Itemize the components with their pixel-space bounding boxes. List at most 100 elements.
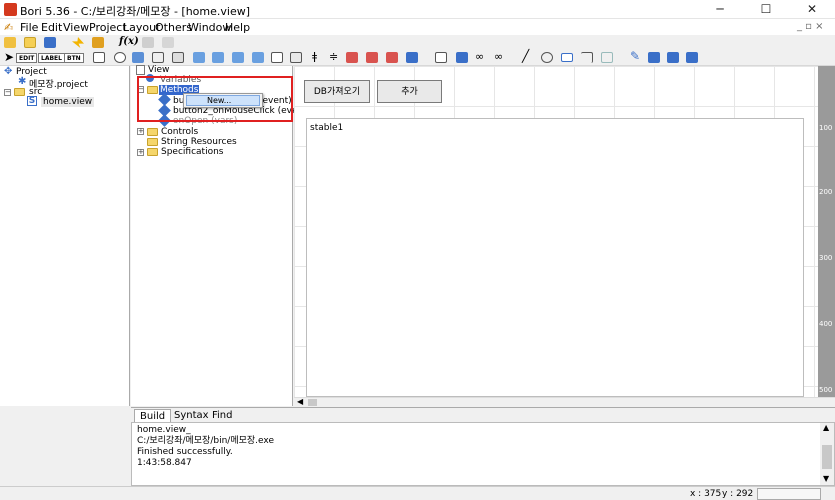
grid-tool-icon[interactable] (212, 52, 224, 63)
menu-bar: ✍ File Edit View Project Layout Others W… (0, 19, 835, 35)
edit-control-button[interactable]: EDIT (16, 53, 38, 63)
string-resources-folder-icon (147, 138, 158, 146)
specifications-expander-icon[interactable]: + (137, 149, 144, 156)
shape-tool-icon[interactable] (601, 52, 613, 63)
zoom-tool-icon[interactable] (686, 52, 698, 63)
scroll-thumb[interactable] (308, 399, 317, 406)
corner-tool-icon[interactable] (581, 52, 593, 63)
button-control-button[interactable]: BTN (64, 53, 84, 63)
project-root-icon: ✥ (4, 66, 13, 77)
controls-label[interactable]: Controls (161, 127, 198, 137)
view-file-icon: S (27, 96, 37, 106)
unlink-icon[interactable]: ∞ (494, 50, 503, 63)
radio-tool-icon[interactable] (114, 52, 126, 63)
label-control-button[interactable]: LABEL (38, 53, 65, 63)
calendar-tool-icon[interactable] (346, 52, 358, 63)
stable-label: stable1 (310, 123, 344, 133)
build-icon[interactable] (72, 37, 84, 48)
title-bar: Bori 5.36 - C:/보리강좌/메모장 - [home.view] ─ … (0, 0, 835, 19)
x-coordinate: x : 375 (690, 489, 722, 499)
status-bar: x : 375 y : 292 (0, 486, 835, 500)
status-field (757, 488, 821, 500)
rect-tool-icon[interactable] (561, 53, 573, 62)
splitter-h-icon[interactable]: ≑ (329, 50, 338, 63)
add-button[interactable]: 추가 (377, 80, 442, 103)
menu-file[interactable]: File (20, 21, 38, 34)
link-icon[interactable]: ∞ (475, 50, 484, 63)
table-tool-icon[interactable] (290, 52, 302, 63)
mdi-controls[interactable]: _ ▫ × (797, 21, 824, 32)
ruler-tick: 500 (819, 386, 833, 394)
checkbox-tool-icon[interactable] (93, 52, 105, 63)
tree-tool-icon[interactable] (252, 52, 264, 63)
string-resources-label[interactable]: String Resources (161, 137, 237, 147)
build-output: home.view_ C:/보리강좌/메모장/bin/메모장.exe Finis… (131, 422, 835, 486)
pointer-icon[interactable]: ➤ (4, 50, 14, 64)
tab-find[interactable]: Find (207, 409, 238, 423)
folder-icon (14, 88, 25, 96)
scroll-up-icon[interactable]: ▲ (823, 423, 829, 432)
save-icon[interactable] (44, 37, 56, 48)
line-tool-icon[interactable]: ╱ (522, 49, 529, 63)
stable-control[interactable]: stable1 (306, 118, 804, 397)
scroll-left-icon[interactable]: ◀ (297, 397, 303, 406)
menu-view[interactable]: View (63, 21, 89, 34)
controls-expander-icon[interactable]: + (137, 128, 144, 135)
menu-edit[interactable]: Edit (41, 21, 62, 34)
tab-tool-icon[interactable] (232, 52, 244, 63)
ruler-tick: 100 (819, 124, 833, 132)
output-line: C:/보리강좌/메모장/bin/메모장.exe (137, 436, 274, 446)
project-panel: ✥ Project ✱ 메모장.project − src S home.vie… (0, 66, 130, 406)
function-icon[interactable]: f(x) (119, 36, 139, 47)
close-button[interactable]: ✕ (789, 0, 835, 19)
scroll-down-icon[interactable]: ▼ (823, 474, 829, 483)
tab-build[interactable]: Build (134, 409, 172, 423)
specifications-label[interactable]: Specifications (161, 147, 223, 157)
specifications-folder-icon (147, 148, 158, 156)
panel-tool-icon[interactable] (193, 52, 205, 63)
output-vscrollbar[interactable]: ▲ ▼ (820, 423, 834, 485)
menu-help[interactable]: Help (225, 21, 250, 34)
disabled-tool-icon-2 (162, 37, 174, 48)
output-line: 1:43:58.847 (137, 458, 192, 468)
hand-tool-icon[interactable] (667, 52, 679, 63)
db-load-button[interactable]: DB가져오기 (304, 80, 370, 103)
output-line: home.view_ (137, 425, 191, 435)
context-menu-new[interactable]: New... (186, 95, 260, 106)
ruler-tick: 200 (819, 188, 833, 196)
window-title: Bori 5.36 - C:/보리강좌/메모장 - [home.view] (20, 5, 251, 18)
frame-tool-icon[interactable] (435, 52, 447, 63)
designer-hscrollbar[interactable]: ◀ (294, 397, 835, 407)
pen-tool-icon[interactable]: ✎ (630, 49, 640, 63)
xml-tool-icon[interactable] (406, 52, 418, 63)
run-icon[interactable] (92, 37, 104, 48)
open-folder-icon[interactable] (24, 37, 36, 48)
project-file-icon: ✱ (18, 76, 27, 87)
vertical-ruler: 100 200 300 400 500 (818, 66, 835, 397)
menu-app-icon: ✍ (4, 21, 14, 34)
controls-toolbar: ➤ EDIT LABEL BTN ǂ ≑ ∞ ∞ ╱ ✎ (0, 49, 835, 66)
combo-tool-icon[interactable] (172, 52, 184, 63)
ellipse-tool-icon[interactable] (541, 52, 553, 63)
maximize-button[interactable]: ☐ (743, 0, 789, 19)
image-tool-icon[interactable] (132, 52, 144, 63)
scroll-thumb[interactable] (822, 445, 832, 469)
menu-others[interactable]: Others (155, 21, 192, 34)
memo-tool-icon[interactable] (271, 52, 283, 63)
splitter-v-icon[interactable]: ǂ (312, 50, 317, 63)
time-tool-icon[interactable] (386, 52, 398, 63)
home-icon[interactable] (4, 37, 16, 48)
home-view-label[interactable]: home.view (41, 97, 95, 107)
minimize-button[interactable]: ─ (697, 0, 743, 19)
output-line: Finished successfully. (137, 447, 233, 457)
web-tool-icon[interactable] (456, 52, 468, 63)
controls-folder-icon (147, 128, 158, 136)
pointer-hand-icon[interactable] (648, 52, 660, 63)
app-icon (4, 3, 17, 16)
list-tool-icon[interactable] (152, 52, 164, 63)
menu-project[interactable]: Project (89, 21, 127, 34)
date-tool-icon[interactable] (366, 52, 378, 63)
ruler-tick: 300 (819, 254, 833, 262)
src-expander-icon[interactable]: − (4, 89, 11, 96)
output-tabs: Build Syntax Find (131, 407, 835, 423)
